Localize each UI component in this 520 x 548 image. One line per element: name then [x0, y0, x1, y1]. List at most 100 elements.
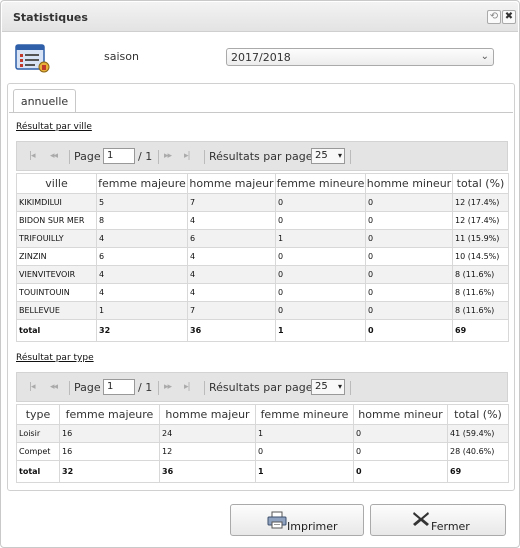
- total-row: total 32 36 1 0 69: [16, 460, 509, 483]
- pager-separator: [204, 150, 205, 164]
- pager-separator: [69, 381, 70, 395]
- chevron-down-icon: ⌄: [480, 51, 489, 62]
- season-label: saison: [104, 50, 139, 63]
- cell-total-label: total: [16, 319, 97, 342]
- pager-separator: [204, 381, 205, 395]
- per-page-label: Résultats par page:: [209, 381, 317, 394]
- table-row[interactable]: VIENVITEVOIR 4 4 0 0 8 (11.6%): [16, 265, 509, 284]
- close-button[interactable]: Fermer: [370, 504, 506, 536]
- column-header[interactable]: type: [16, 404, 60, 425]
- season-select-value: 2017/2018: [231, 51, 291, 64]
- per-page-select[interactable]: 25 ▾: [311, 379, 345, 395]
- pager-separator: [350, 381, 351, 395]
- cell: 4: [96, 283, 188, 302]
- cell: 4: [187, 283, 276, 302]
- cell: 7: [187, 193, 276, 212]
- cell: 1: [96, 301, 188, 320]
- cell: 4: [187, 265, 276, 284]
- page-input[interactable]: 1: [103, 148, 135, 164]
- cell: 1: [255, 460, 354, 483]
- table-row[interactable]: KIKIMDILUI 5 7 0 0 12 (17.4%): [16, 193, 509, 212]
- cell: 0: [275, 265, 366, 284]
- cell-total: 10 (14.5%): [452, 247, 509, 266]
- cell-total: 8 (11.6%): [452, 265, 509, 284]
- chevron-down-icon: ▾: [337, 382, 342, 391]
- next-page-icon[interactable]: ▸▸: [164, 382, 172, 392]
- cell: 7: [187, 301, 276, 320]
- cell: 0: [353, 460, 448, 483]
- cell: 0: [365, 265, 453, 284]
- pager-separator: [69, 150, 70, 164]
- cell: 16: [59, 442, 160, 461]
- cell-type: Compet: [16, 442, 60, 461]
- pager-separator: [158, 381, 159, 395]
- column-header[interactable]: femme majeure: [96, 173, 188, 194]
- column-header[interactable]: femme majeure: [59, 404, 160, 425]
- table-row[interactable]: Compet 16 12 0 0 28 (40.6%): [16, 442, 509, 461]
- table-row[interactable]: BIDON SUR MER 8 4 0 0 12 (17.4%): [16, 211, 509, 230]
- per-page-select[interactable]: 25 ▾: [311, 148, 345, 164]
- first-page-icon[interactable]: |◂: [29, 151, 35, 161]
- close-icon[interactable]: ✖: [502, 10, 516, 24]
- table-row[interactable]: ZINZIN 6 4 0 0 10 (14.5%): [16, 247, 509, 266]
- column-header[interactable]: homme mineur: [353, 404, 448, 425]
- table-row[interactable]: TRIFOUILLY 4 6 1 0 11 (15.9%): [16, 229, 509, 248]
- close-x-icon: [413, 512, 429, 526]
- total-row: total 32 36 1 0 69: [16, 319, 509, 342]
- cell-city: TRIFOUILLY: [16, 229, 97, 248]
- cell: 36: [187, 319, 276, 342]
- column-header[interactable]: homme mineur: [365, 173, 453, 194]
- season-select[interactable]: 2017/2018 ⌄: [226, 48, 494, 66]
- table-row[interactable]: Loisir 16 24 1 0 41 (59.4%): [16, 424, 509, 443]
- column-header[interactable]: homme majeur: [187, 173, 276, 194]
- cell-total-label: total: [16, 460, 60, 483]
- cell-total: 12 (17.4%): [452, 193, 509, 212]
- result-by-city-link[interactable]: Résultat par ville: [16, 122, 92, 132]
- prev-page-icon[interactable]: ◂◂: [50, 382, 58, 392]
- column-header[interactable]: femme mineure: [255, 404, 354, 425]
- column-header[interactable]: total (%): [447, 404, 509, 425]
- next-page-icon[interactable]: ▸▸: [164, 151, 172, 161]
- table-header-row: ville femme majeure homme majeur femme m…: [16, 173, 509, 194]
- first-page-icon[interactable]: |◂: [29, 382, 35, 392]
- print-button[interactable]: Imprimer: [230, 504, 364, 536]
- cell-city: TOUINTOUIN: [16, 283, 97, 302]
- result-by-type-link[interactable]: Résultat par type: [16, 353, 94, 363]
- table-row[interactable]: BELLEVUE 1 7 0 0 8 (11.6%): [16, 301, 509, 320]
- cell: 16: [59, 424, 160, 443]
- last-page-icon[interactable]: ▸|: [184, 382, 190, 392]
- cell: 0: [365, 229, 453, 248]
- page-input[interactable]: 1: [103, 379, 135, 395]
- cell: 4: [96, 265, 188, 284]
- column-header[interactable]: total (%): [452, 173, 509, 194]
- city-table: ville femme majeure homme majeur femme m…: [16, 173, 509, 342]
- table-row[interactable]: TOUINTOUIN 4 4 0 0 8 (11.6%): [16, 283, 509, 302]
- cell: 1: [255, 424, 354, 443]
- dialog-title: Statistiques: [13, 11, 88, 24]
- restore-icon[interactable]: ⟲: [487, 10, 501, 24]
- tab-annuelle[interactable]: annuelle: [13, 89, 76, 113]
- per-page-label: Résultats par page:: [209, 150, 317, 163]
- cell-total: 8 (11.6%): [452, 283, 509, 302]
- cell: 0: [275, 193, 366, 212]
- last-page-icon[interactable]: ▸|: [184, 151, 190, 161]
- cell: 32: [96, 319, 188, 342]
- cell: 1: [275, 229, 366, 248]
- prev-page-icon[interactable]: ◂◂: [50, 151, 58, 161]
- type-table: type femme majeure homme majeur femme mi…: [16, 404, 509, 483]
- cell: 0: [275, 247, 366, 266]
- cell: 4: [187, 247, 276, 266]
- per-page-value: 25: [315, 150, 328, 161]
- pager-separator: [158, 150, 159, 164]
- column-header[interactable]: ville: [16, 173, 97, 194]
- cell: 32: [59, 460, 160, 483]
- page-label: Page: [74, 381, 101, 394]
- cell: 0: [255, 442, 354, 461]
- cell: 6: [96, 247, 188, 266]
- cell-total: 12 (17.4%): [452, 211, 509, 230]
- column-header[interactable]: homme majeur: [159, 404, 256, 425]
- page-count: / 1: [138, 150, 153, 163]
- column-header[interactable]: femme mineure: [275, 173, 366, 194]
- cell: 0: [365, 301, 453, 320]
- cell-type: Loisir: [16, 424, 60, 443]
